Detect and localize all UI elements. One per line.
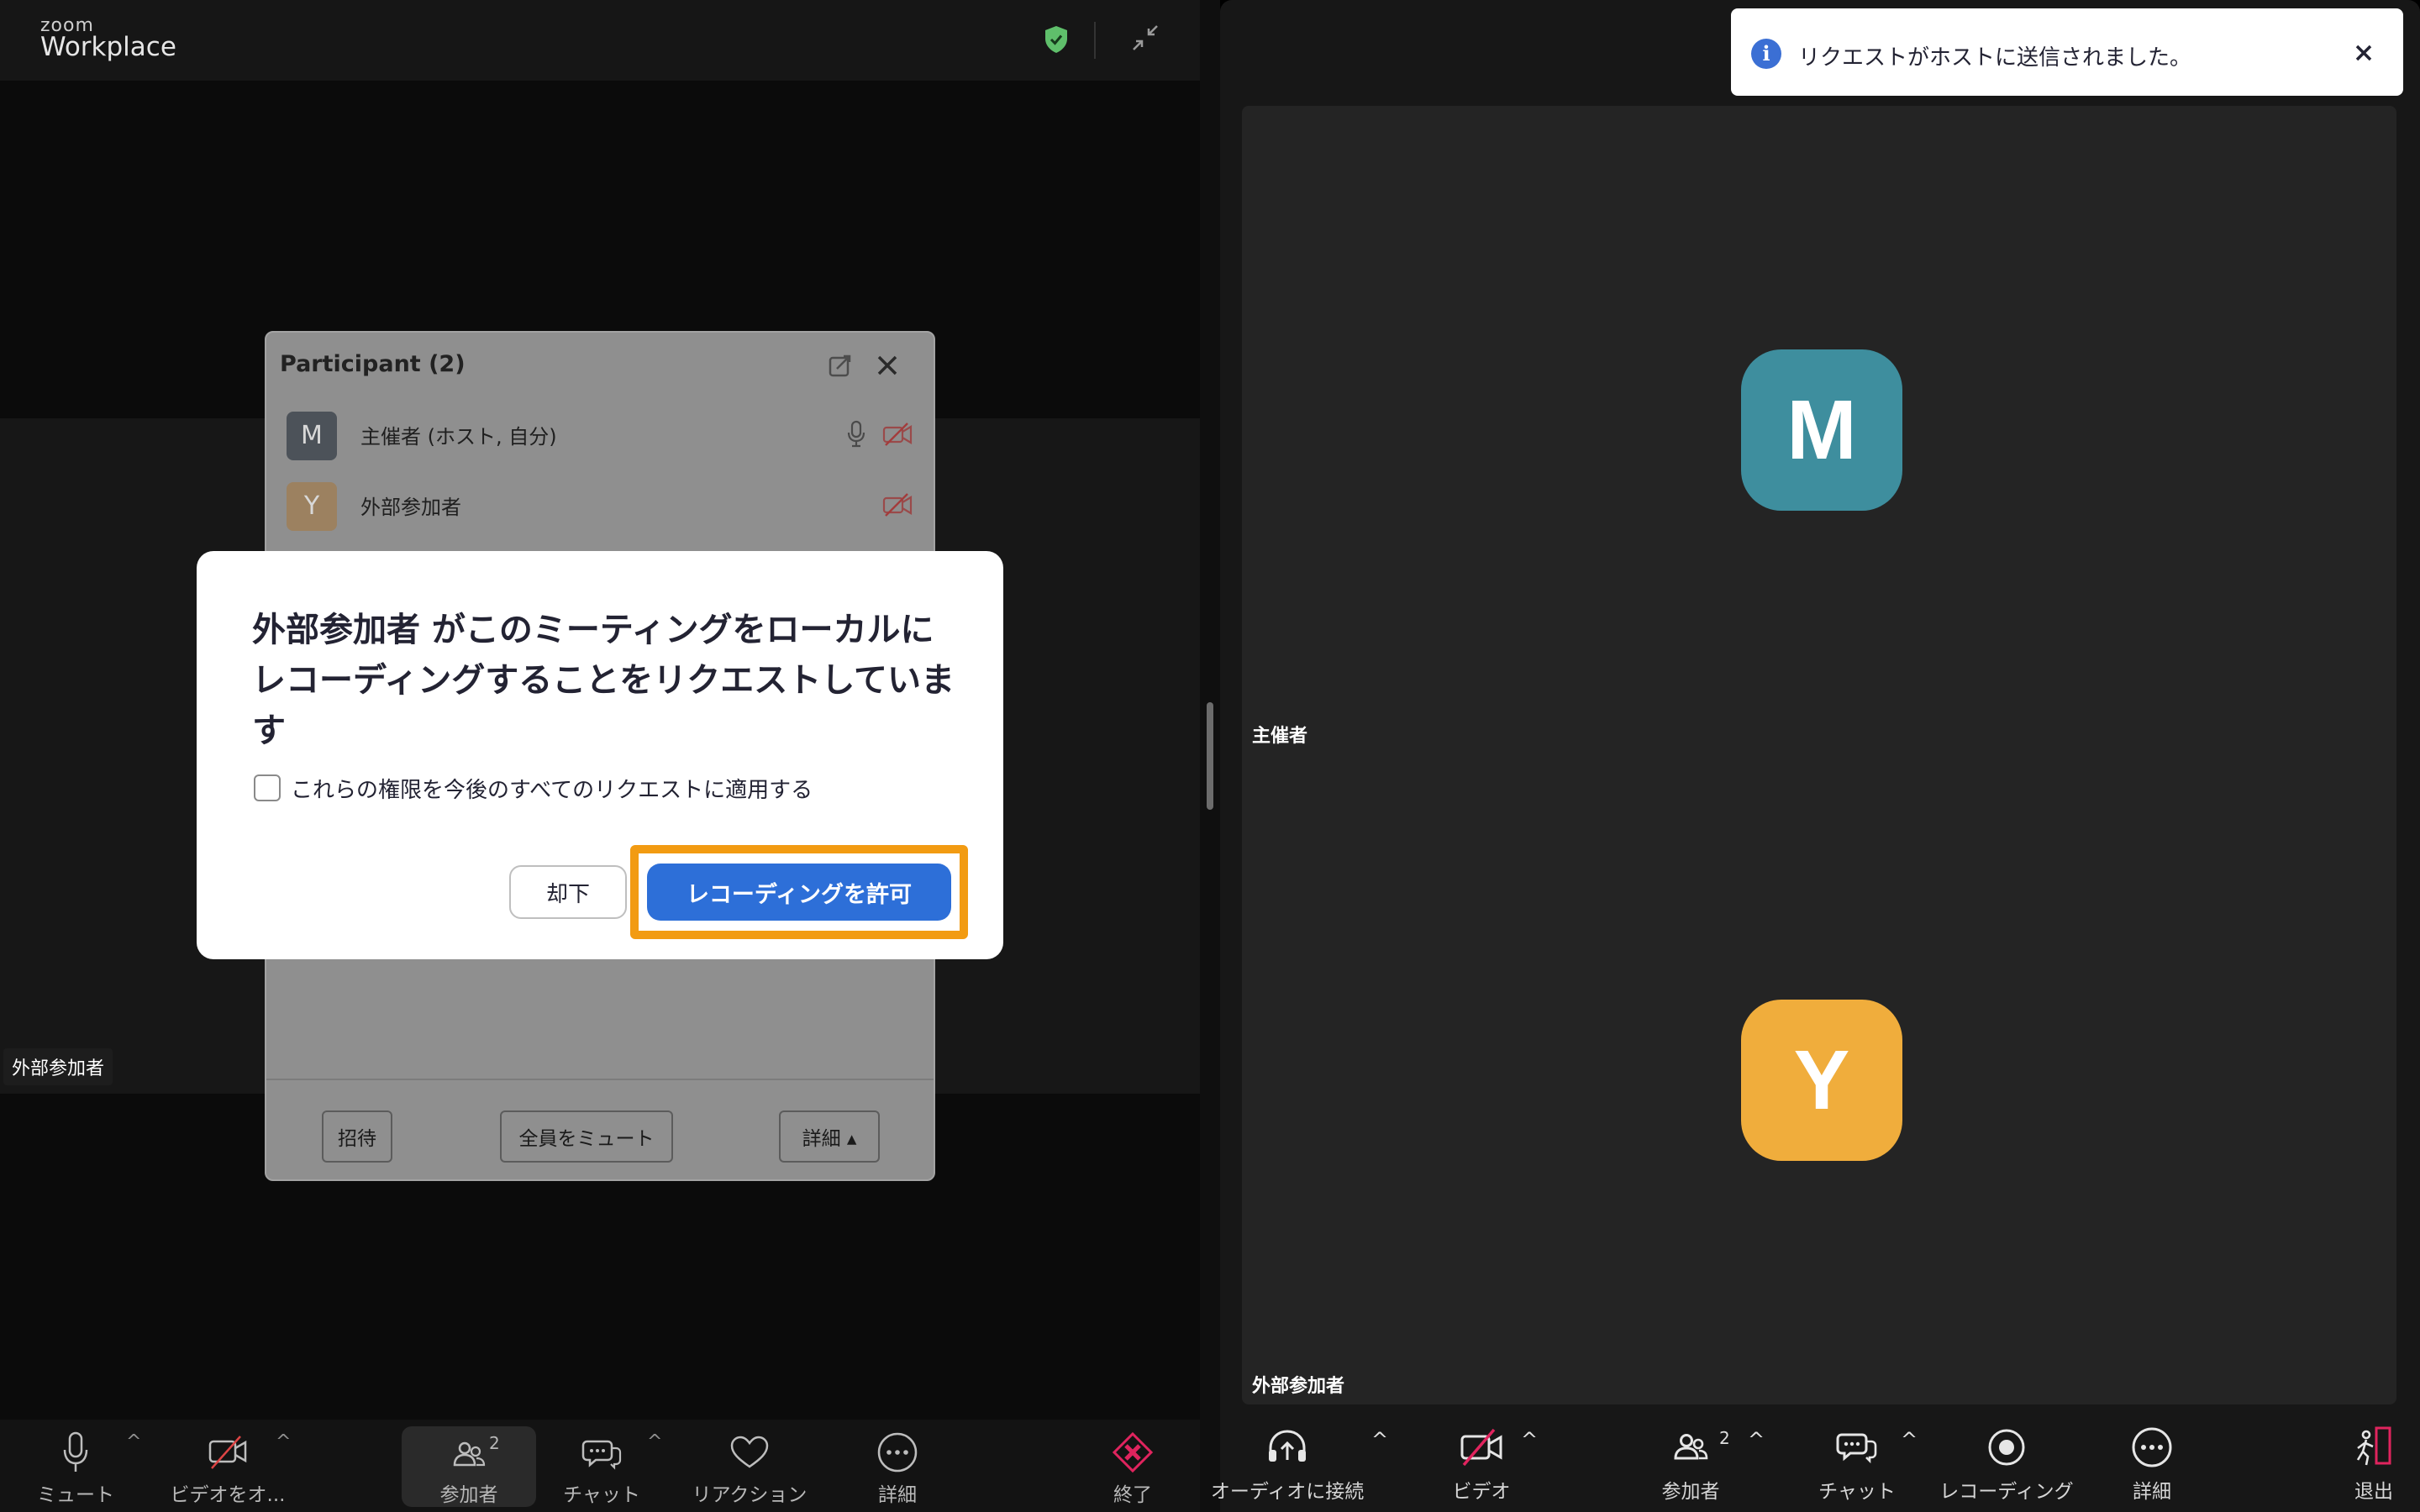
- participant-name-tag: 外部参加者: [3, 1048, 113, 1085]
- heart-icon: [730, 1436, 769, 1468]
- end-meeting-label: 終了: [1113, 1484, 1152, 1506]
- guest-avatar: Y: [1741, 1000, 1902, 1161]
- audio-options-caret[interactable]: ^: [1371, 1428, 1388, 1452]
- mute-button[interactable]: ミュート: [32, 1420, 119, 1512]
- video-off-icon: [1460, 1428, 1502, 1467]
- chat-button[interactable]: チャット: [1818, 1415, 1896, 1507]
- microphone-icon[interactable]: [846, 420, 866, 449]
- close-icon[interactable]: [2353, 42, 2375, 64]
- more-label: 詳細: [878, 1484, 917, 1506]
- participants-panel-title: Participant (2): [280, 351, 466, 377]
- guest-meeting-window: M 主催者 Y 外部参加者 i リクエストがホストに送信されました。 オーディオ…: [1211, 0, 2420, 1512]
- collapse-icon[interactable]: [1131, 24, 1160, 52]
- headphones-icon: [1269, 1430, 1306, 1462]
- participant-name: 外部参加者: [360, 496, 461, 519]
- participants-button[interactable]: 参加者: [418, 1420, 519, 1512]
- video-stage: M 主催者 Y 外部参加者: [1242, 106, 2396, 1404]
- end-meeting-button[interactable]: 終了: [1089, 1420, 1176, 1512]
- chat-icon: [581, 1440, 622, 1470]
- notification-toast: i リクエストがホストに送信されました。: [1731, 8, 2403, 96]
- more-label: 詳細: [2133, 1481, 2171, 1503]
- chat-options-caret[interactable]: ^: [647, 1431, 662, 1452]
- avatar: Y: [287, 482, 337, 531]
- leave-door-icon: [2356, 1426, 2391, 1466]
- splitter-handle[interactable]: [1207, 702, 1213, 810]
- chat-icon: [1836, 1433, 1877, 1464]
- end-meeting-icon: [1112, 1431, 1154, 1473]
- chat-label: チャット: [563, 1484, 640, 1506]
- leave-label: 退出: [2354, 1481, 2393, 1503]
- recording-request-dialog: 外部参加者 がこのミーティングをローカルにレコーディングすることをリクエストして…: [197, 551, 1003, 959]
- chat-options-caret[interactable]: ^: [1901, 1428, 1918, 1452]
- participants-icon: [453, 1441, 486, 1467]
- participants-button[interactable]: 参加者: [1657, 1415, 1724, 1507]
- guest-name-tag: 外部参加者: [1252, 1376, 1345, 1397]
- host-name-tag: 主催者: [1252, 726, 1308, 747]
- participant-row-guest[interactable]: Y 外部参加者: [266, 470, 934, 541]
- more-icon: [2132, 1427, 2172, 1467]
- video-options-caret[interactable]: ^: [1521, 1428, 1538, 1452]
- more-button[interactable]: 詳細: [854, 1420, 941, 1512]
- video-off-icon[interactable]: [882, 422, 913, 447]
- connect-audio-label: オーディオに接続: [1210, 1481, 1365, 1503]
- video-options-caret[interactable]: ^: [276, 1431, 291, 1452]
- reaction-button[interactable]: リアクション: [682, 1420, 817, 1512]
- microphone-icon: [63, 1431, 88, 1472]
- deny-button[interactable]: 却下: [509, 865, 627, 919]
- participants-icon: [1674, 1434, 1708, 1460]
- host-avatar: M: [1741, 349, 1902, 511]
- video-label: ビデオ: [1452, 1481, 1511, 1503]
- mute-label: ミュート: [37, 1484, 114, 1506]
- security-shield-icon[interactable]: [1044, 25, 1069, 54]
- more-options-button[interactable]: 詳細 ▴: [779, 1110, 880, 1163]
- host-meeting-window: zoom Workplace 外部参加者 Participant (2) M 主…: [0, 0, 1200, 1512]
- panel-divider: [266, 1079, 934, 1080]
- apply-to-all-label[interactable]: これらの権限を今後のすべてのリクエストに適用する: [291, 773, 813, 804]
- toast-message: リクエストがホストに送信されました。: [1798, 45, 2192, 71]
- title-bar-divider: [1094, 22, 1096, 59]
- popout-icon[interactable]: [828, 353, 853, 378]
- participant-row-host[interactable]: M 主催者 (ホスト, 自分): [266, 400, 934, 470]
- participants-count: 2: [489, 1433, 500, 1453]
- participant-name: 主催者 (ホスト, 自分): [360, 425, 557, 449]
- close-icon[interactable]: [873, 351, 902, 380]
- more-icon: [877, 1432, 918, 1473]
- video-button[interactable]: ビデオ: [1444, 1415, 1519, 1507]
- leave-button[interactable]: 退出: [2344, 1415, 2403, 1507]
- chat-button[interactable]: チャット: [555, 1420, 649, 1512]
- avatar: M: [287, 412, 337, 460]
- invite-button[interactable]: 招待: [322, 1110, 392, 1163]
- participants-count: 2: [1719, 1428, 1730, 1448]
- title-bar: zoom Workplace: [0, 0, 1200, 81]
- dialog-title: 外部参加者 がこのミーティングをローカルにレコーディングすることをリクエストして…: [252, 611, 955, 750]
- brand-logo: Workplace: [40, 32, 176, 62]
- reaction-label: リアクション: [692, 1484, 808, 1506]
- video-off-icon[interactable]: [882, 492, 913, 517]
- audio-options-caret[interactable]: ^: [126, 1431, 141, 1452]
- video-label: ビデオをオ...: [170, 1484, 286, 1506]
- info-icon: i: [1751, 39, 1781, 69]
- video-off-icon: [208, 1436, 247, 1469]
- participants-label: 参加者: [1661, 1481, 1720, 1503]
- mute-all-button[interactable]: 全員をミュート: [500, 1110, 673, 1163]
- connect-audio-button[interactable]: オーディオに接続: [1211, 1415, 1364, 1507]
- video-button[interactable]: ビデオをオ...: [165, 1420, 291, 1512]
- more-button[interactable]: 詳細: [2123, 1415, 2181, 1507]
- recording-button[interactable]: レコーディング: [1939, 1415, 2074, 1507]
- participants-options-caret[interactable]: ^: [1748, 1428, 1765, 1452]
- allow-recording-button[interactable]: レコーディングを許可: [647, 864, 951, 921]
- chat-label: チャット: [1818, 1481, 1896, 1503]
- participants-label: 参加者: [439, 1484, 498, 1506]
- apply-to-all-checkbox[interactable]: [254, 774, 281, 801]
- recording-label: レコーディング: [1939, 1481, 2074, 1503]
- record-icon: [1988, 1429, 2025, 1466]
